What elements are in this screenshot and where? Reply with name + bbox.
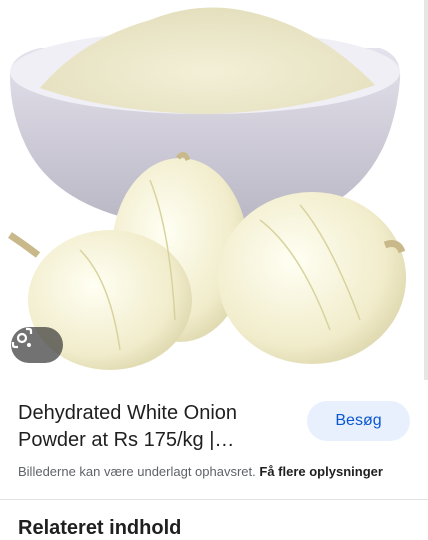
visit-button[interactable]: Besøg [307, 401, 410, 441]
onion-powder-illustration [8, 7, 406, 370]
google-lens-button[interactable] [11, 327, 63, 363]
divider [0, 499, 428, 500]
disclaimer-text: Billederne kan være underlagt ophavsret. [18, 464, 256, 479]
result-title[interactable]: Dehydrated White Onion Powder at Rs 175/… [18, 400, 293, 454]
more-info-link[interactable]: Få flere oplysninger [259, 464, 383, 479]
scrollbar[interactable] [424, 0, 428, 380]
result-image[interactable] [0, 0, 428, 380]
google-lens-icon [11, 327, 33, 349]
related-content-heading: Relateret indhold [18, 517, 182, 539]
copyright-disclaimer: Billederne kan være underlagt ophavsret.… [18, 464, 383, 479]
